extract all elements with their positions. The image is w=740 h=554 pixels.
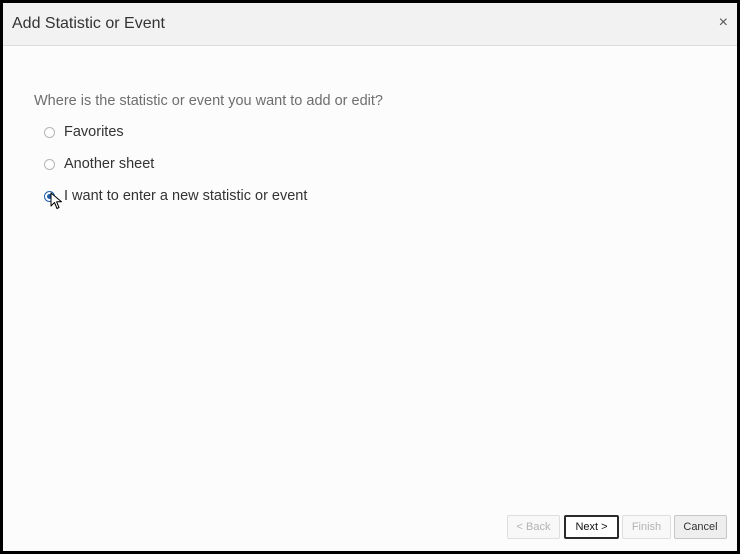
question-label: Where is the statistic or event you want…: [34, 93, 383, 109]
close-icon[interactable]: ×: [719, 15, 728, 31]
cancel-button[interactable]: Cancel: [674, 515, 727, 539]
radio-another-sheet[interactable]: [44, 158, 55, 170]
option-favorites[interactable]: Favorites: [44, 121, 124, 143]
option-favorites-label: Favorites: [64, 124, 124, 140]
dialog-title-bar: Add Statistic or Event ×: [3, 3, 737, 46]
dialog-title: Add Statistic or Event: [12, 15, 165, 32]
option-another-sheet[interactable]: Another sheet: [44, 153, 154, 175]
option-new-statistic-label: I want to enter a new statistic or event: [64, 188, 308, 204]
finish-button[interactable]: Finish: [622, 515, 671, 539]
next-button[interactable]: Next >: [564, 515, 619, 539]
radio-new-statistic[interactable]: [44, 190, 55, 202]
radio-favorites[interactable]: [44, 126, 55, 138]
option-another-sheet-label: Another sheet: [64, 156, 155, 172]
option-new-statistic[interactable]: I want to enter a new statistic or event: [44, 185, 307, 207]
back-button[interactable]: < Back: [507, 515, 560, 539]
add-statistic-dialog: Add Statistic or Event × Where is the st…: [0, 0, 740, 554]
